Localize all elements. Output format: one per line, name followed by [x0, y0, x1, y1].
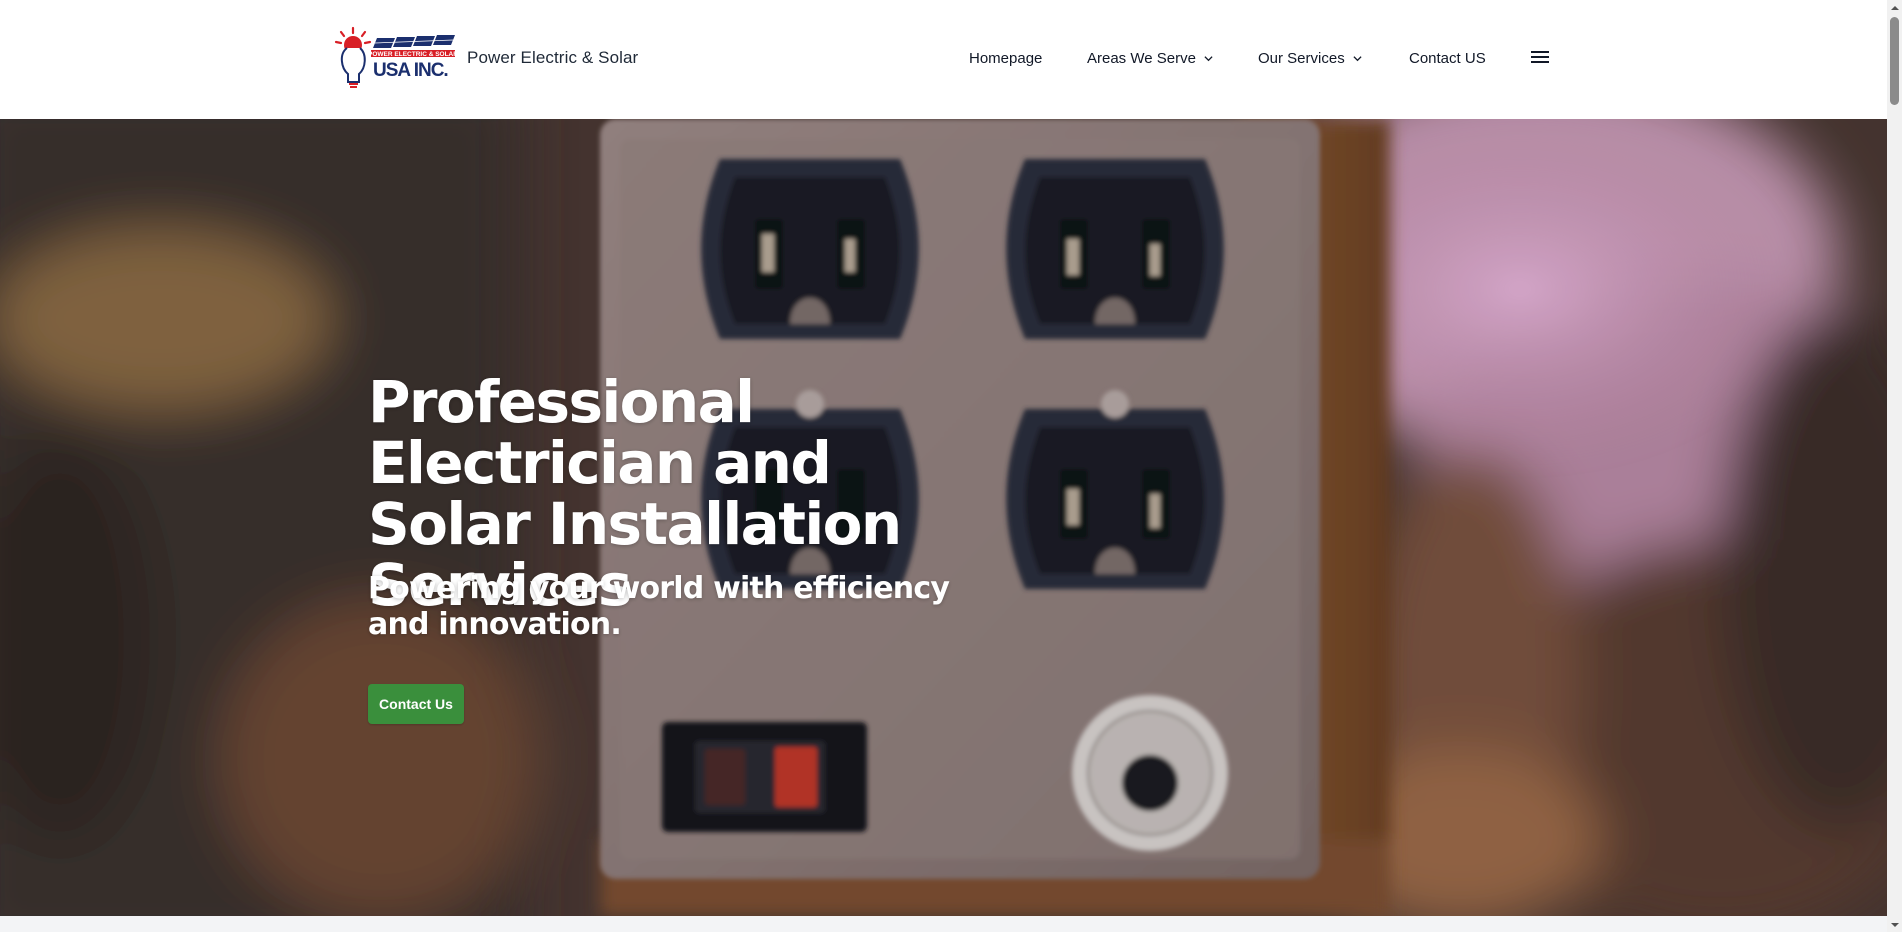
brand-name[interactable]: Power Electric & Solar [467, 48, 638, 68]
scroll-up-arrow-icon[interactable] [1887, 0, 1902, 15]
scrollbar-thumb[interactable] [1890, 17, 1899, 105]
scroll-down-arrow-icon[interactable] [1887, 917, 1902, 932]
nav-areas-label: Areas We Serve [1087, 50, 1196, 67]
hamburger-menu-icon[interactable] [1531, 51, 1549, 65]
site-header: POWER ELECTRIC & SOLAR USA INC. Power El… [0, 0, 1887, 119]
site-logo[interactable]: POWER ELECTRIC & SOLAR USA INC. [333, 26, 457, 94]
page: POWER ELECTRIC & SOLAR USA INC. Power El… [0, 0, 1902, 932]
vertical-scrollbar[interactable] [1887, 0, 1902, 932]
nav-contact-us[interactable]: Contact US [1409, 50, 1486, 67]
nav-homepage-label: Homepage [969, 50, 1043, 67]
chevron-down-icon [1353, 56, 1362, 62]
nav-contact-label: Contact US [1409, 50, 1486, 67]
chevron-down-icon [1204, 56, 1213, 62]
nav-services-label: Our Services [1258, 50, 1345, 67]
svg-text:POWER ELECTRIC & SOLAR: POWER ELECTRIC & SOLAR [368, 51, 457, 58]
hero-subtitle: Powering your world with efficiency and … [368, 571, 950, 642]
nav-our-services[interactable]: Our Services [1258, 50, 1362, 67]
contact-us-button[interactable]: Contact Us [368, 684, 464, 724]
svg-text:USA INC.: USA INC. [373, 60, 448, 81]
hero-section: Professional Electrician and Solar Insta… [0, 119, 1887, 916]
nav-homepage[interactable]: Homepage [969, 50, 1042, 67]
nav-areas-we-serve[interactable]: Areas We Serve [1087, 50, 1213, 67]
